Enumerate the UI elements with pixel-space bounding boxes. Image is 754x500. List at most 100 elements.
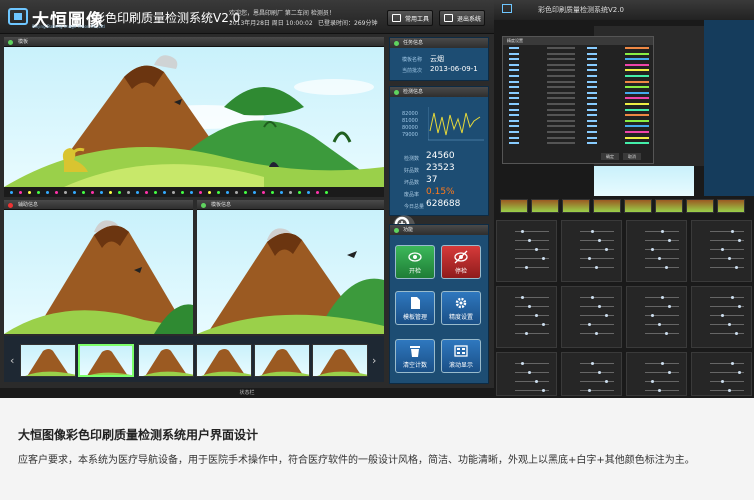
slider-track[interactable] bbox=[580, 372, 614, 373]
slider-knob[interactable] bbox=[721, 248, 724, 251]
slider-track[interactable] bbox=[515, 333, 549, 334]
thumbnail[interactable] bbox=[593, 199, 621, 213]
thumbnail[interactable] bbox=[655, 199, 683, 213]
slider-knob[interactable] bbox=[735, 332, 738, 335]
slider-knob[interactable] bbox=[605, 314, 608, 317]
slider-knob[interactable] bbox=[591, 362, 594, 365]
slider-track[interactable] bbox=[580, 390, 614, 391]
settings-row[interactable] bbox=[507, 86, 649, 89]
slider-knob[interactable] bbox=[591, 230, 594, 233]
settings-row[interactable] bbox=[507, 136, 649, 140]
clear-count-button[interactable]: 清空计数 bbox=[395, 339, 435, 373]
next-arrow-icon[interactable]: › bbox=[372, 354, 376, 367]
slider-knob[interactable] bbox=[588, 389, 591, 392]
thumbnail[interactable] bbox=[531, 199, 559, 213]
slider-knob[interactable] bbox=[521, 296, 524, 299]
slider-track[interactable] bbox=[580, 306, 614, 307]
aux-image[interactable] bbox=[4, 210, 193, 334]
slider-knob[interactable] bbox=[658, 389, 661, 392]
dialog-ok-button[interactable]: 确定 bbox=[601, 153, 619, 160]
slider-knob[interactable] bbox=[651, 248, 654, 251]
slider-knob[interactable] bbox=[542, 257, 545, 260]
slider-knob[interactable] bbox=[738, 239, 741, 242]
settings-row[interactable] bbox=[507, 75, 649, 78]
settings-row[interactable] bbox=[507, 63, 649, 67]
slider-knob[interactable] bbox=[528, 239, 531, 242]
slider-knob[interactable] bbox=[595, 266, 598, 269]
slider-knob[interactable] bbox=[661, 296, 664, 299]
slider-knob[interactable] bbox=[738, 305, 741, 308]
slider-track[interactable] bbox=[645, 258, 679, 259]
thumbnail[interactable] bbox=[686, 199, 714, 213]
precision-settings-button[interactable]: 精度设置 bbox=[441, 291, 481, 325]
slider-knob[interactable] bbox=[542, 323, 545, 326]
slider-track[interactable] bbox=[515, 306, 549, 307]
slider-knob[interactable] bbox=[595, 332, 598, 335]
template-mgmt-button[interactable]: 模板管理 bbox=[395, 291, 435, 325]
slider-track[interactable] bbox=[515, 315, 549, 316]
slider-knob[interactable] bbox=[721, 380, 724, 383]
slider-track[interactable] bbox=[710, 249, 744, 250]
slider-knob[interactable] bbox=[731, 296, 734, 299]
slider-track[interactable] bbox=[645, 324, 679, 325]
slider-track[interactable] bbox=[710, 231, 744, 232]
slider-knob[interactable] bbox=[521, 230, 524, 233]
slider-knob[interactable] bbox=[535, 380, 538, 383]
start-inspect-button[interactable]: 开检 bbox=[395, 245, 435, 279]
slider-track[interactable] bbox=[710, 258, 744, 259]
slider-knob[interactable] bbox=[731, 230, 734, 233]
slider-knob[interactable] bbox=[525, 332, 528, 335]
slider-knob[interactable] bbox=[665, 332, 668, 335]
slider-track[interactable] bbox=[710, 390, 744, 391]
template-image[interactable] bbox=[4, 47, 384, 187]
slider-track[interactable] bbox=[710, 324, 744, 325]
slider-knob[interactable] bbox=[728, 323, 731, 326]
settings-row[interactable] bbox=[507, 47, 649, 50]
dialog-cancel-button[interactable]: 取消 bbox=[623, 153, 641, 160]
slider-knob[interactable] bbox=[728, 389, 731, 392]
slider-track[interactable] bbox=[515, 381, 549, 382]
slider-knob[interactable] bbox=[528, 371, 531, 374]
settings-row[interactable] bbox=[507, 103, 649, 106]
exit-button[interactable]: 退出系统 bbox=[439, 10, 485, 26]
stop-inspect-button[interactable]: 停检 bbox=[441, 245, 481, 279]
slider-knob[interactable] bbox=[738, 371, 741, 374]
slider-knob[interactable] bbox=[658, 323, 661, 326]
settings-row[interactable] bbox=[507, 58, 649, 61]
slider-track[interactable] bbox=[645, 240, 679, 241]
template-info-image[interactable] bbox=[197, 210, 384, 334]
settings-row[interactable] bbox=[507, 114, 649, 117]
prev-arrow-icon[interactable]: ‹ bbox=[10, 354, 14, 367]
slider-knob[interactable] bbox=[661, 362, 664, 365]
slider-track[interactable] bbox=[710, 315, 744, 316]
settings-row[interactable] bbox=[507, 119, 649, 123]
slider-knob[interactable] bbox=[521, 362, 524, 365]
slider-knob[interactable] bbox=[598, 239, 601, 242]
slider-track[interactable] bbox=[645, 267, 679, 268]
slider-knob[interactable] bbox=[728, 257, 731, 260]
slider-knob[interactable] bbox=[588, 257, 591, 260]
slider-knob[interactable] bbox=[668, 371, 671, 374]
slider-knob[interactable] bbox=[668, 239, 671, 242]
thumbnail[interactable] bbox=[20, 344, 76, 377]
slider-knob[interactable] bbox=[651, 314, 654, 317]
slider-knob[interactable] bbox=[731, 362, 734, 365]
slider-track[interactable] bbox=[710, 333, 744, 334]
slider-knob[interactable] bbox=[735, 266, 738, 269]
slider-knob[interactable] bbox=[535, 314, 538, 317]
slider-knob[interactable] bbox=[605, 248, 608, 251]
slider-track[interactable] bbox=[580, 249, 614, 250]
slider-knob[interactable] bbox=[665, 266, 668, 269]
slider-knob[interactable] bbox=[591, 296, 594, 299]
slider-track[interactable] bbox=[515, 249, 549, 250]
slider-track[interactable] bbox=[645, 372, 679, 373]
slider-knob[interactable] bbox=[598, 305, 601, 308]
settings-row[interactable] bbox=[507, 125, 649, 128]
slider-knob[interactable] bbox=[598, 371, 601, 374]
slider-knob[interactable] bbox=[721, 314, 724, 317]
scroll-display-button[interactable]: 滚动显示 bbox=[441, 339, 481, 373]
slider-track[interactable] bbox=[580, 240, 614, 241]
thumbnail[interactable] bbox=[196, 344, 252, 377]
settings-row[interactable] bbox=[507, 131, 649, 134]
slider-track[interactable] bbox=[515, 372, 549, 373]
